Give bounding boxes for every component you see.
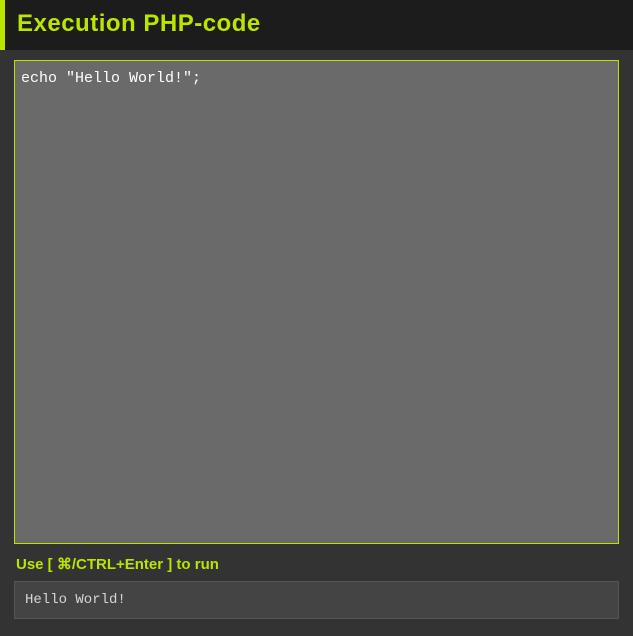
page-title: Execution PHP-code [17,10,621,38]
run-hint-label: Use [ ⌘/CTRL+Enter ] to run [14,549,619,581]
content-area: Use [ ⌘/CTRL+Enter ] to run Hello World! [0,54,633,629]
php-code-editor[interactable] [14,60,619,544]
panel-header: Execution PHP-code [0,0,633,50]
execution-output: Hello World! [14,581,619,619]
